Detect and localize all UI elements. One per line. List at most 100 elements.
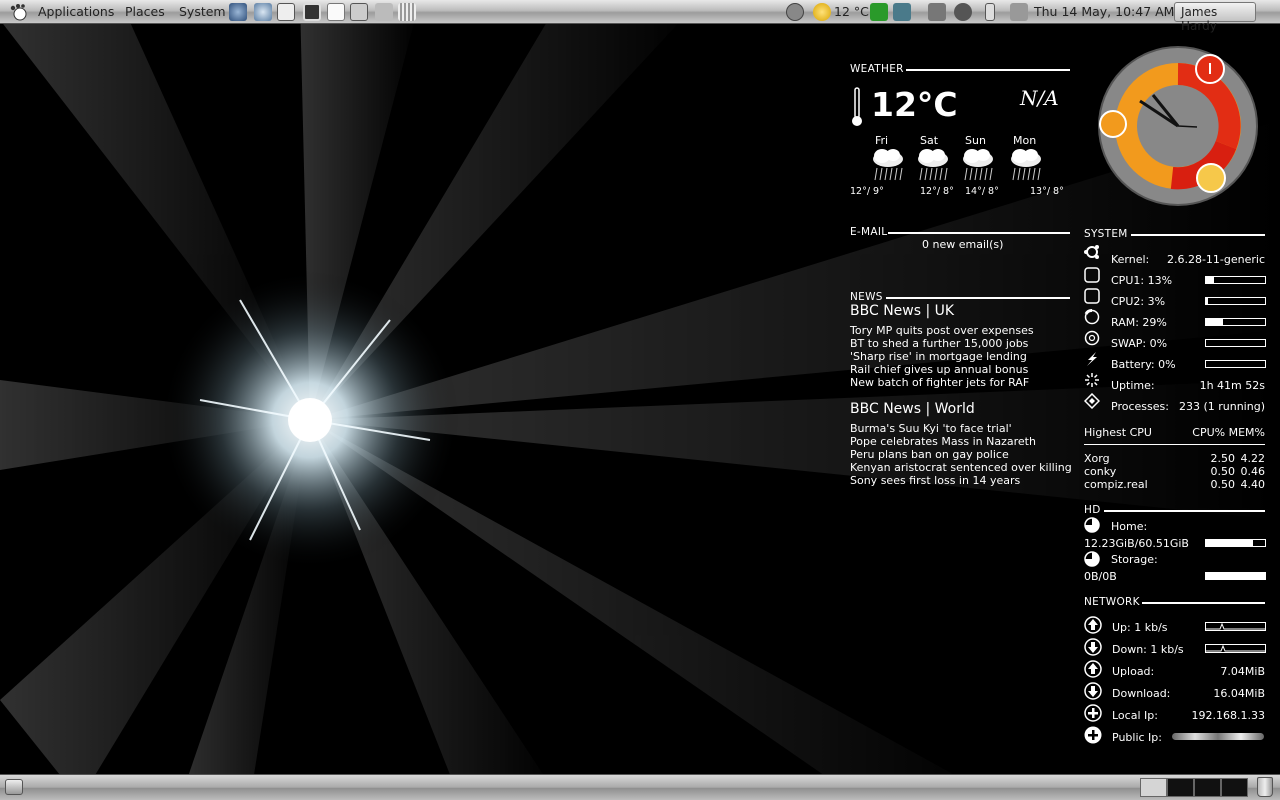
net-local-ip-label: Local Ip: <box>1112 709 1158 722</box>
news-rule <box>886 297 1070 299</box>
menu-applications[interactable]: Applications <box>38 4 114 19</box>
forecast-temp-range: 12°/ 8° <box>920 186 954 197</box>
keyboard-launcher-icon[interactable] <box>398 3 416 21</box>
news-item[interactable]: BT to shed a further 15,000 jobs <box>850 337 1028 350</box>
processes-label: Processes: <box>1111 400 1169 413</box>
hd-home-bar <box>1205 539 1266 547</box>
weather-rule <box>906 69 1070 71</box>
email-title: E-MAIL <box>850 226 888 238</box>
top-process-name: Xorg <box>1084 452 1110 465</box>
rain-cloud-icon <box>914 146 952 182</box>
forecast-temp-range: 14°/ 8° <box>965 186 999 197</box>
processes-value: 233 (1 running) <box>1178 400 1265 413</box>
top-process-cpu: 0.50 <box>1210 465 1236 478</box>
gnome-foot-icon[interactable] <box>8 3 28 21</box>
processes-icon <box>1083 392 1101 410</box>
hd-home-label: Home: <box>1111 520 1148 533</box>
top-process-mem: 4.40 <box>1240 478 1266 491</box>
net-local-ip-value: 192.168.1.33 <box>1191 709 1265 722</box>
network-monitor-icon[interactable] <box>893 3 911 21</box>
usb-device-icon[interactable] <box>985 3 995 21</box>
cpu1-bar-fill <box>1206 277 1214 283</box>
user-switcher-button[interactable]: James Hardy <box>1174 2 1256 33</box>
weather-title: WEATHER <box>850 63 904 75</box>
workspace-1[interactable] <box>1140 778 1167 797</box>
kernel-label: Kernel: <box>1111 253 1150 266</box>
net-upload-value: 7.04MiB <box>1220 665 1265 678</box>
ram-bar <box>1205 318 1266 326</box>
hd-storage-bar-fill <box>1206 573 1265 579</box>
top-process-mem: 0.46 <box>1240 465 1266 478</box>
news-item[interactable]: Peru plans ban on gay police <box>850 448 1009 461</box>
search-icon[interactable] <box>954 3 972 21</box>
menu-places[interactable]: Places <box>125 4 165 19</box>
rain-cloud-icon <box>1007 146 1045 182</box>
hd-storage-label: Storage: <box>1111 553 1158 566</box>
messenger-launcher-icon[interactable] <box>277 3 295 21</box>
news-item[interactable]: New batch of fighter jets for RAF <box>850 376 1029 389</box>
rain-cloud-icon <box>959 146 997 182</box>
net-down-label: Down: 1 kb/s <box>1112 643 1184 656</box>
ubuntu-clock-widget <box>1097 45 1259 207</box>
news-item[interactable]: Pope celebrates Mass in Nazareth <box>850 435 1036 448</box>
local-ip-plus-icon <box>1084 704 1102 722</box>
hd-storage-bar <box>1205 572 1266 580</box>
panel-clock[interactable]: Thu 14 May, 10:47 AM <box>1034 4 1174 19</box>
news-item[interactable]: Rail chief gives up annual bonus <box>850 363 1028 376</box>
top-processes-columns: CPU% MEM% <box>1192 426 1265 439</box>
top-processes-rule <box>1084 444 1265 445</box>
screenshot-launcher-icon[interactable] <box>350 3 368 21</box>
news-title: NEWS <box>850 291 883 303</box>
disk-pie-icon <box>1084 517 1100 533</box>
kernel-value: 2.6.28-11-generic <box>1166 253 1265 266</box>
display-icon[interactable] <box>928 3 946 21</box>
workspace-2[interactable] <box>1167 778 1194 797</box>
workspace-3[interactable] <box>1194 778 1221 797</box>
show-desktop-button[interactable] <box>5 779 23 795</box>
top-process-mem: 4.22 <box>1240 452 1266 465</box>
net-download-value: 16.04MiB <box>1213 687 1265 700</box>
disk-pie-icon <box>1084 551 1100 567</box>
menu-system[interactable]: System <box>179 4 226 19</box>
news-item[interactable]: Sony sees first loss in 14 years <box>850 474 1020 487</box>
top-panel: Applications Places System 12 °C Thu 14 … <box>0 0 1280 33</box>
gimp-launcher-icon[interactable] <box>375 3 393 21</box>
hd-home-value: 12.23GiB/60.51GiB <box>1084 537 1189 550</box>
update-notifier-icon[interactable] <box>786 3 804 21</box>
cpu2-bar-fill <box>1206 298 1208 304</box>
cpu1-bar <box>1205 276 1266 284</box>
top-process-name: conky <box>1084 465 1117 478</box>
browser-launcher-icon[interactable] <box>229 3 247 21</box>
cpu2-bar <box>1205 297 1266 305</box>
weather-current-temp: 12°C <box>871 85 958 124</box>
ram-label: RAM: 29% <box>1111 316 1167 329</box>
forecast-temp-range: 13°/ 8° <box>1030 186 1064 197</box>
swap-bar <box>1205 339 1266 347</box>
net-down-graph <box>1205 644 1266 653</box>
ram-icon <box>1084 309 1100 325</box>
news-item[interactable]: 'Sharp rise' in mortgage lending <box>850 350 1027 363</box>
text-editor-launcher-icon[interactable] <box>327 3 345 21</box>
volume-icon[interactable] <box>1010 3 1028 21</box>
cpu-chip-icon <box>1084 288 1100 304</box>
system-rule <box>1131 234 1265 236</box>
workspace-4[interactable] <box>1221 778 1248 797</box>
public-ip-plus-icon <box>1084 726 1102 744</box>
uptime-label: Uptime: <box>1111 379 1155 392</box>
panel-temperature[interactable]: 12 °C <box>834 4 869 19</box>
net-up-graph <box>1205 622 1266 631</box>
hd-storage-value: 0B/0B <box>1084 570 1117 583</box>
weather-sun-icon[interactable] <box>813 3 831 21</box>
top-process-name: compiz.real <box>1084 478 1148 491</box>
news-item[interactable]: Kenyan aristocrat sentenced over killing <box>850 461 1072 474</box>
trash-icon[interactable] <box>1257 777 1273 797</box>
top-processes-header: Highest CPU <box>1084 426 1152 439</box>
ubuntu-logo-icon <box>1084 244 1100 260</box>
news-item[interactable]: Burma's Suu Kyi 'to face trial' <box>850 422 1012 435</box>
news-item[interactable]: Tory MP quits post over expenses <box>850 324 1034 337</box>
email-launcher-icon[interactable] <box>254 3 272 21</box>
terminal-launcher-icon[interactable] <box>303 3 321 21</box>
system-title: SYSTEM <box>1084 228 1128 240</box>
net-upload-label: Upload: <box>1112 665 1155 678</box>
system-monitor-icon[interactable] <box>870 3 888 21</box>
